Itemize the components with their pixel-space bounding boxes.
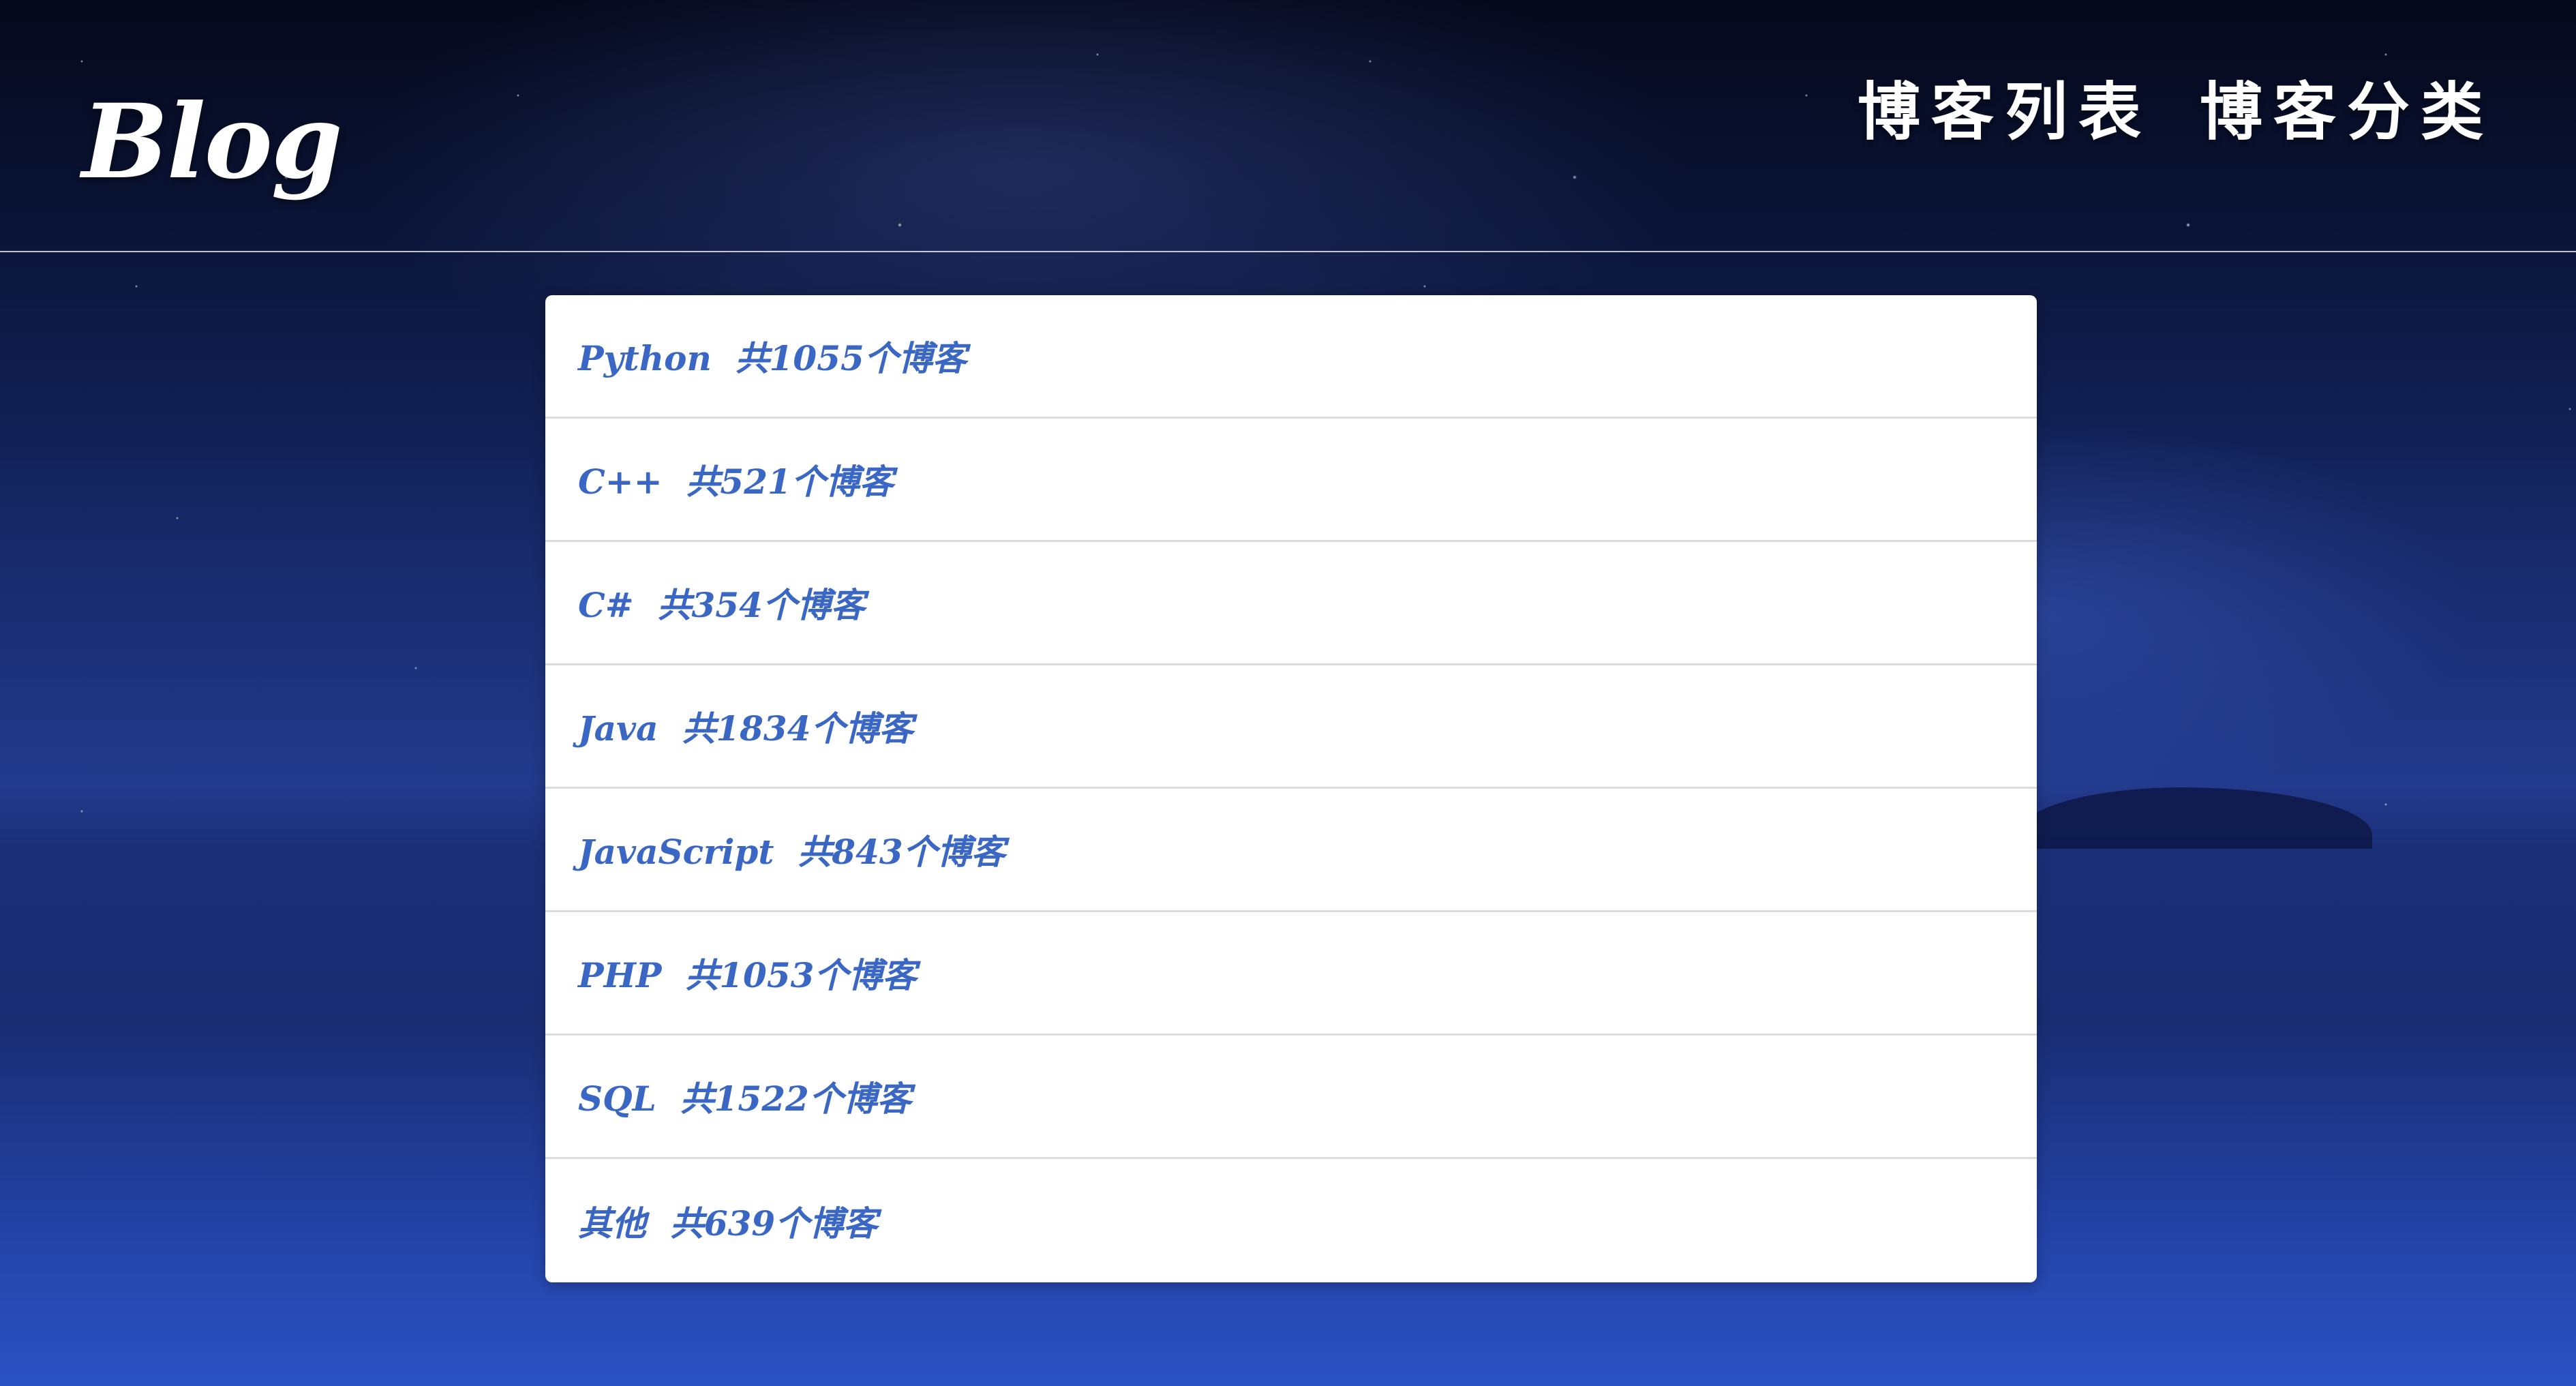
nav-blog-categories[interactable]: 博客分类 (2200, 61, 2494, 152)
category-item-sql[interactable]: SQL 共1522个博客 (545, 1036, 2037, 1159)
category-label: 其他 共639个博客 (578, 1203, 878, 1244)
nav-blog-list[interactable]: 博客列表 (1858, 61, 2152, 152)
category-item-cpp[interactable]: C++ 共521个博客 (545, 419, 2037, 542)
site-logo[interactable]: Blog (82, 82, 343, 202)
category-item-other[interactable]: 其他 共639个博客 (545, 1159, 2037, 1282)
category-label: C# 共354个博客 (578, 585, 865, 625)
category-item-java[interactable]: Java 共1834个博客 (545, 665, 2037, 789)
category-list: Python 共1055个博客 C++ 共521个博客 C# 共354个博客 J… (545, 295, 2037, 1282)
category-label: JavaScript 共843个博客 (578, 832, 1005, 872)
category-item-csharp[interactable]: C# 共354个博客 (545, 542, 2037, 665)
category-label: SQL 共1522个博客 (578, 1079, 911, 1119)
category-item-javascript[interactable]: JavaScript 共843个博客 (545, 789, 2037, 912)
category-label: Python 共1055个博客 (578, 338, 967, 378)
category-item-python[interactable]: Python 共1055个博客 (545, 295, 2037, 419)
category-label: PHP 共1053个博客 (578, 955, 917, 995)
site-header: Blog 博客列表 博客分类 (0, 0, 2576, 252)
category-label: Java 共1834个博客 (578, 708, 913, 749)
top-nav: 博客列表 博客分类 (1858, 61, 2494, 152)
category-label: C++ 共521个博客 (578, 462, 894, 502)
category-item-php[interactable]: PHP 共1053个博客 (545, 912, 2037, 1036)
